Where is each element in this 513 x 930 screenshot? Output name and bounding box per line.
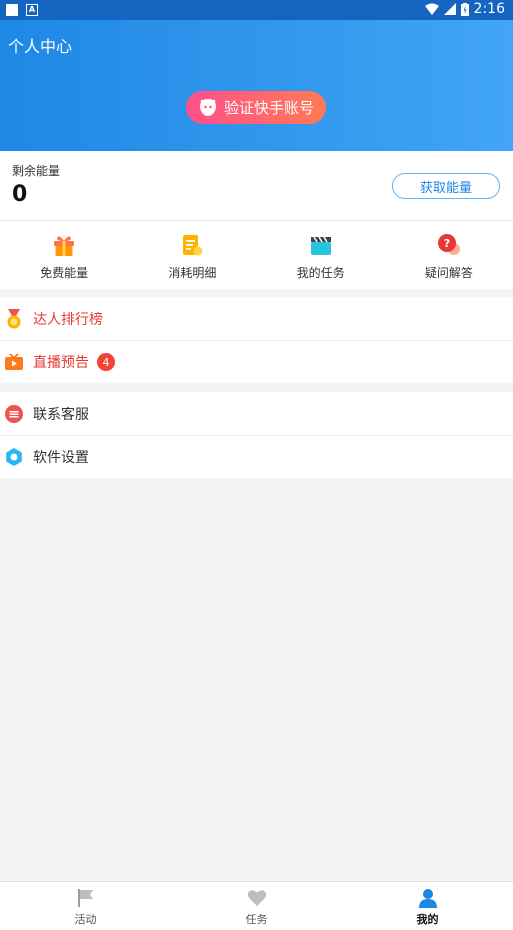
status-time: 2:16 <box>473 1 505 17</box>
notification-icon <box>6 4 18 16</box>
heart-icon <box>247 890 266 906</box>
medal-icon <box>5 308 23 328</box>
grid-item-faq[interactable]: ? 疑问解答 <box>385 221 513 289</box>
grid-item-free-energy[interactable]: 免费能量 <box>0 221 128 289</box>
menu-label: 联系客服 <box>33 406 89 423</box>
grid-item-consumption[interactable]: 消耗明细 <box>128 221 256 289</box>
wifi-icon <box>424 3 439 15</box>
menu-item-rankings[interactable]: 达人排行榜 <box>0 297 513 340</box>
svg-text:?: ? <box>444 237 450 250</box>
clapper-icon <box>310 236 331 255</box>
energy-panel: 剩余能量 0 获取能量 <box>0 151 513 221</box>
live-tv-icon <box>5 353 23 371</box>
settings-icon <box>5 448 23 466</box>
energy-value: 0 <box>12 182 28 207</box>
tab-label: 我的 <box>416 913 439 926</box>
tab-tasks[interactable]: 任务 <box>171 882 342 930</box>
quick-actions-grid: 免费能量 消耗明细 我的任务 ? 疑问解答 <box>0 221 513 289</box>
energy-label: 剩余能量 <box>12 164 61 178</box>
gift-icon <box>54 236 75 256</box>
menu-group-support: 联系客服 软件设置 <box>0 392 513 478</box>
menu-item-live-preview[interactable]: 直播预告 4 <box>0 340 513 383</box>
battery-icon <box>460 2 469 16</box>
verify-kuaishou-button[interactable]: 验证快手账号 <box>186 91 326 124</box>
flag-icon <box>77 889 93 907</box>
menu-label: 直播预告 <box>33 355 89 371</box>
user-icon <box>418 889 437 908</box>
tab-activity[interactable]: 活动 <box>0 882 171 930</box>
signal-icon <box>443 3 456 15</box>
page-title: 个人中心 <box>8 37 73 56</box>
menu-group-featured: 达人排行榜 直播预告 4 <box>0 297 513 383</box>
bottom-tab-bar: 活动 任务 我的 <box>0 881 513 930</box>
kuaishou-mascot-icon <box>199 98 216 116</box>
menu-label: 达人排行榜 <box>33 311 103 328</box>
tab-label: 任务 <box>245 913 268 926</box>
get-energy-button[interactable]: 获取能量 <box>392 173 500 199</box>
grid-item-my-tasks[interactable]: 我的任务 <box>257 221 385 289</box>
question-icon: ? <box>437 234 460 255</box>
menu-label: 软件设置 <box>33 450 89 466</box>
grid-label: 疑问解答 <box>424 266 473 280</box>
status-bar: A 2:16 <box>0 0 513 20</box>
tab-label: 活动 <box>74 913 97 926</box>
menu-item-contact-service[interactable]: 联系客服 <box>0 392 513 435</box>
tab-mine[interactable]: 我的 <box>342 882 513 930</box>
menu-item-settings[interactable]: 软件设置 <box>0 435 513 478</box>
chat-icon <box>5 404 23 423</box>
live-count-badge: 4 <box>97 353 115 371</box>
grid-label: 我的任务 <box>296 266 345 280</box>
verify-label: 验证快手账号 <box>223 99 314 117</box>
grid-label: 消耗明细 <box>168 266 217 280</box>
grid-label: 免费能量 <box>40 266 89 280</box>
header: 个人中心 验证快手账号 <box>0 20 513 151</box>
notification-a-icon: A <box>26 4 38 16</box>
bill-icon <box>183 235 203 256</box>
